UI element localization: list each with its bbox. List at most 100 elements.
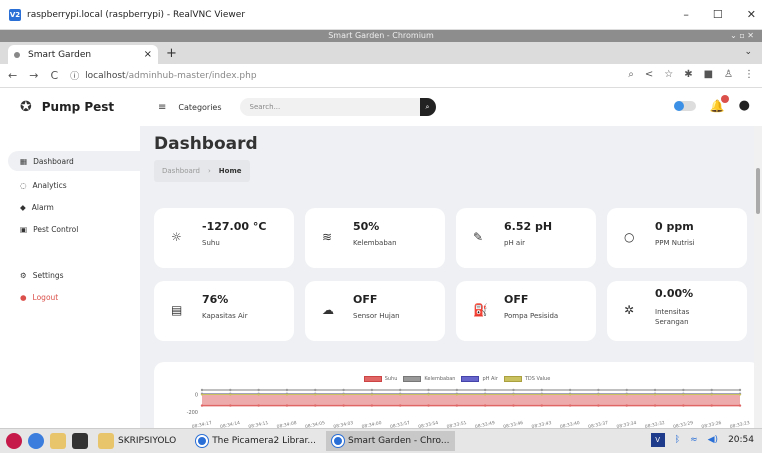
data-point[interactable] xyxy=(399,393,402,396)
data-point[interactable] xyxy=(314,404,317,407)
data-point[interactable] xyxy=(370,388,374,392)
data-point[interactable] xyxy=(682,393,685,396)
bookmark-star-icon[interactable]: ☆ xyxy=(664,69,673,80)
data-point[interactable] xyxy=(653,388,657,392)
data-point[interactable] xyxy=(229,388,232,392)
data-point[interactable] xyxy=(427,393,430,396)
data-point[interactable] xyxy=(625,393,628,396)
data-point[interactable] xyxy=(200,388,204,392)
bluetooth-icon[interactable]: ᛒ xyxy=(675,435,680,445)
taskbar-window-smart-garden[interactable]: Smart Garden - Chro... xyxy=(326,431,456,451)
data-point[interactable] xyxy=(483,404,487,407)
data-point[interactable] xyxy=(738,404,742,407)
raspberry-menu-icon[interactable] xyxy=(6,433,22,449)
data-point[interactable] xyxy=(342,388,345,392)
sidepanel-icon[interactable]: ■ xyxy=(704,69,713,80)
chromium-window-controls[interactable]: ⌄ ▫ ✕ xyxy=(730,30,754,42)
tab-smart-garden[interactable]: Smart Garden × xyxy=(8,45,158,64)
data-point[interactable] xyxy=(455,388,459,392)
data-point[interactable] xyxy=(625,388,628,392)
data-point[interactable] xyxy=(568,404,572,407)
data-point[interactable] xyxy=(540,388,543,392)
data-point[interactable] xyxy=(257,404,260,407)
data-point[interactable] xyxy=(738,388,742,392)
zoom-icon[interactable]: ⌕ xyxy=(628,69,634,80)
data-point[interactable] xyxy=(427,404,430,407)
data-point[interactable] xyxy=(568,393,572,396)
data-point[interactable] xyxy=(512,393,515,396)
data-point[interactable] xyxy=(483,393,487,396)
hamburger-menu-icon[interactable]: ≡ xyxy=(158,102,166,113)
minimize-icon[interactable]: – xyxy=(683,8,689,21)
back-icon[interactable]: ← xyxy=(8,69,17,82)
data-point[interactable] xyxy=(314,388,317,392)
wifi-icon[interactable]: ≈ xyxy=(690,435,698,445)
data-point[interactable] xyxy=(710,388,713,392)
data-point[interactable] xyxy=(285,393,289,396)
info-icon[interactable]: ⓘ xyxy=(70,69,79,82)
share-icon[interactable]: < xyxy=(645,69,653,80)
search-input[interactable]: Search... xyxy=(239,98,420,116)
data-point[interactable] xyxy=(568,388,572,392)
data-point[interactable] xyxy=(257,388,260,392)
sidebar-item-dashboard[interactable]: ▦ Dashboard xyxy=(8,151,140,171)
maximize-icon[interactable]: ☐ xyxy=(713,8,723,21)
sidebar-item-logout[interactable]: ● Logout xyxy=(20,293,58,302)
categories-link[interactable]: Categories xyxy=(178,103,221,112)
data-point[interactable] xyxy=(370,404,374,407)
data-point[interactable] xyxy=(682,388,685,392)
data-point[interactable] xyxy=(483,388,487,392)
breadcrumb-current[interactable]: Home xyxy=(219,167,242,175)
data-point[interactable] xyxy=(710,404,713,407)
data-point[interactable] xyxy=(342,393,345,396)
scrollbar-thumb[interactable] xyxy=(756,168,760,214)
sidebar-item-pest-control[interactable]: ▣ Pest Control xyxy=(20,225,78,234)
file-manager-icon[interactable] xyxy=(50,433,66,449)
tab-search-icon[interactable]: ⌄ xyxy=(744,47,752,57)
user-avatar-icon[interactable]: ● xyxy=(739,98,750,113)
extensions-icon[interactable]: ✱ xyxy=(684,69,692,80)
notification-bell-icon[interactable]: 🔔 xyxy=(710,94,729,113)
sidebar-item-alarm[interactable]: ◆ Alarm xyxy=(20,203,54,212)
data-point[interactable] xyxy=(455,393,459,396)
data-point[interactable] xyxy=(512,388,515,392)
data-point[interactable] xyxy=(455,404,459,407)
data-point[interactable] xyxy=(597,388,600,392)
brand[interactable]: ✪ Pump Pest xyxy=(20,99,140,115)
close-tab-icon[interactable]: × xyxy=(144,49,152,60)
data-point[interactable] xyxy=(229,404,232,407)
reload-icon[interactable]: C xyxy=(50,69,58,82)
data-point[interactable] xyxy=(738,393,742,396)
data-point[interactable] xyxy=(342,404,345,407)
data-point[interactable] xyxy=(285,404,289,407)
terminal-icon[interactable] xyxy=(72,433,88,449)
data-point[interactable] xyxy=(682,404,685,407)
data-point[interactable] xyxy=(427,388,430,392)
data-point[interactable] xyxy=(257,393,260,396)
url-field[interactable]: ⓘ localhost/adminhub-master/index.php xyxy=(70,69,256,83)
data-point[interactable] xyxy=(512,404,515,407)
data-point[interactable] xyxy=(370,393,374,396)
page-scrollbar[interactable] xyxy=(754,126,762,428)
data-point[interactable] xyxy=(200,404,204,407)
volume-icon[interactable]: ◀) xyxy=(708,435,718,445)
data-point[interactable] xyxy=(597,393,600,396)
breadcrumb-root[interactable]: Dashboard xyxy=(162,167,200,175)
sidebar-item-settings[interactable]: ⚙ Settings xyxy=(20,271,64,280)
data-point[interactable] xyxy=(653,393,657,396)
data-point[interactable] xyxy=(710,393,713,396)
data-point[interactable] xyxy=(399,388,402,392)
data-point[interactable] xyxy=(229,393,232,396)
data-point[interactable] xyxy=(314,393,317,396)
data-point[interactable] xyxy=(540,404,543,407)
dark-mode-toggle[interactable] xyxy=(673,100,696,111)
taskbar-window-picamera[interactable]: The Picamera2 Librar... xyxy=(190,431,322,451)
data-point[interactable] xyxy=(200,393,204,396)
taskbar-folder-label[interactable]: SKRIPSIYOLO xyxy=(118,436,176,446)
data-point[interactable] xyxy=(625,404,628,407)
forward-icon[interactable]: → xyxy=(29,69,38,82)
web-browser-icon[interactable] xyxy=(28,433,44,449)
new-tab-icon[interactable]: + xyxy=(166,46,177,61)
profile-icon[interactable]: ♙ xyxy=(724,69,733,80)
search-button[interactable]: ⌕ xyxy=(419,98,436,116)
